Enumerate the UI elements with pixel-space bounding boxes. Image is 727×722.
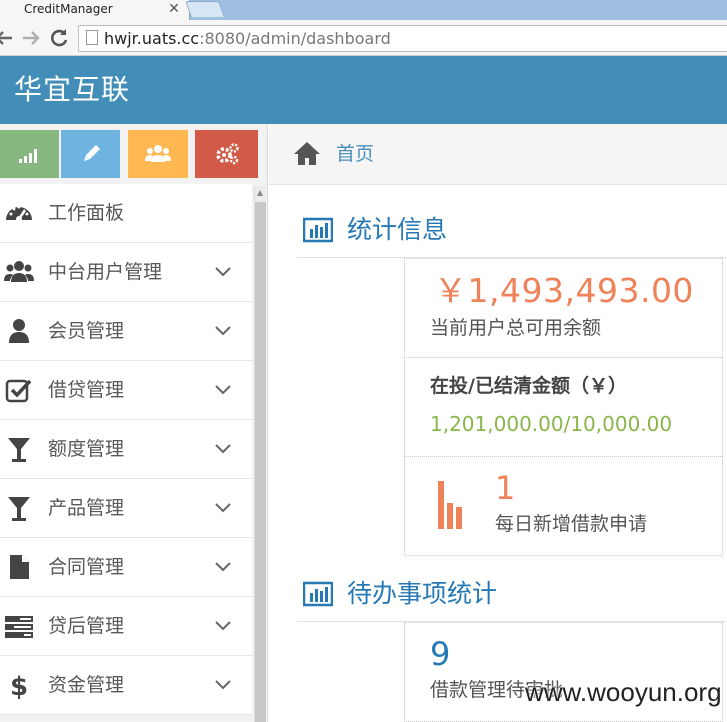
pencil-icon xyxy=(83,145,100,161)
sidebar-scroll-thumb[interactable] xyxy=(255,202,266,722)
chevron-down-icon xyxy=(215,267,231,277)
watermark: www.wooyun.org xyxy=(525,677,722,707)
tab-close-icon[interactable]: ✕ xyxy=(166,0,182,18)
file-icon xyxy=(10,555,29,579)
daily-applications-label: 每日新增借款申请 xyxy=(495,513,648,535)
chevron-down-icon xyxy=(215,385,231,395)
tasks-icon xyxy=(5,616,33,638)
url-host: hwjr.uats.cc xyxy=(104,29,200,48)
user-icon xyxy=(9,319,29,343)
todo-section-title: 待办事项统计 xyxy=(347,579,498,608)
sidebar-item-funds[interactable]: $ 资金管理 xyxy=(0,656,252,715)
shortcut-users-button[interactable] xyxy=(128,130,188,178)
brand-title[interactable]: 华宜互联 xyxy=(14,70,130,110)
back-arrow-icon[interactable] xyxy=(0,26,16,50)
sidebar-item-post-loan[interactable]: 贷后管理 xyxy=(0,597,252,656)
address-url[interactable]: hwjr.uats.cc:8080/admin/dashboard xyxy=(104,27,391,51)
sidebar-item-label: 中台用户管理 xyxy=(48,261,163,283)
url-path: :8080/admin/dashboard xyxy=(199,29,391,48)
sidebar-item-label: 工作面板 xyxy=(48,202,125,224)
shortcut-signal-button[interactable] xyxy=(0,130,59,178)
tab-title: CreditManager xyxy=(24,2,113,16)
chevron-down-icon xyxy=(215,621,231,631)
available-balance-label: 当前用户总可用余额 xyxy=(430,317,602,339)
chevron-down-icon xyxy=(215,562,231,572)
stats-section-title: 统计信息 xyxy=(347,215,448,244)
sidebar-item-label: 额度管理 xyxy=(48,438,125,460)
daily-applications-count: 1 xyxy=(495,469,516,507)
dollar-icon: $ xyxy=(10,672,28,700)
signal-icon xyxy=(18,149,37,163)
bar-chart-icon xyxy=(303,217,333,243)
check-square-icon xyxy=(5,379,32,403)
new-tab-button[interactable] xyxy=(185,1,225,17)
sidebar-item-label: 借贷管理 xyxy=(48,379,125,401)
investment-value: 1,201,000.00/10,000.00 xyxy=(430,412,673,436)
scroll-up-arrow-icon[interactable]: ▲ xyxy=(255,188,265,198)
tachometer-icon xyxy=(6,205,32,222)
forward-arrow-icon[interactable] xyxy=(19,26,43,50)
breadcrumb-home-link[interactable]: 首页 xyxy=(336,140,374,168)
shortcut-pencil-button[interactable] xyxy=(61,130,120,178)
filter-icon xyxy=(8,497,30,521)
chevron-down-icon xyxy=(215,680,231,690)
sidebar-item-contracts[interactable]: 合同管理 xyxy=(0,538,252,597)
users-icon xyxy=(4,261,34,282)
sidebar-item-label: 贷后管理 xyxy=(48,615,125,637)
available-balance-value: ￥1,493,493.00 xyxy=(434,271,694,310)
sidebar-item-label: 会员管理 xyxy=(48,320,125,342)
sidebar-item-label: 产品管理 xyxy=(48,497,125,519)
filter-icon xyxy=(8,438,30,462)
bar-chart-icon xyxy=(303,581,333,607)
investment-title: 在投/已结清金额（￥） xyxy=(430,375,627,397)
sidebar-item-members[interactable]: 会员管理 xyxy=(0,302,252,361)
sidebar-item-lending[interactable]: 借贷管理 xyxy=(0,361,252,420)
chevron-down-icon xyxy=(215,444,231,454)
reload-icon[interactable] xyxy=(47,26,71,50)
sidebar-item-platform-users[interactable]: 中台用户管理 xyxy=(0,243,252,302)
svg-text:$: $ xyxy=(10,672,28,700)
shortcut-cogs-button[interactable] xyxy=(195,130,258,178)
browser-tab[interactable]: CreditManager xyxy=(0,0,190,20)
sidebar-item-credit-limit[interactable]: 额度管理 xyxy=(0,420,252,479)
chevron-down-icon xyxy=(215,503,231,513)
sidebar-item-label: 资金管理 xyxy=(48,674,125,696)
page-icon xyxy=(86,30,98,45)
daily-bars-icon xyxy=(438,481,462,529)
pending-approval-count[interactable]: 9 xyxy=(430,634,450,674)
sidebar-item-dashboard[interactable]: 工作面板 xyxy=(0,184,252,243)
sidebar-item-label: 合同管理 xyxy=(48,556,125,578)
chevron-down-icon xyxy=(215,326,231,336)
users-icon xyxy=(145,145,171,162)
sidebar-item-products[interactable]: 产品管理 xyxy=(0,479,252,538)
home-icon[interactable] xyxy=(293,140,321,166)
cogs-icon xyxy=(215,143,239,165)
